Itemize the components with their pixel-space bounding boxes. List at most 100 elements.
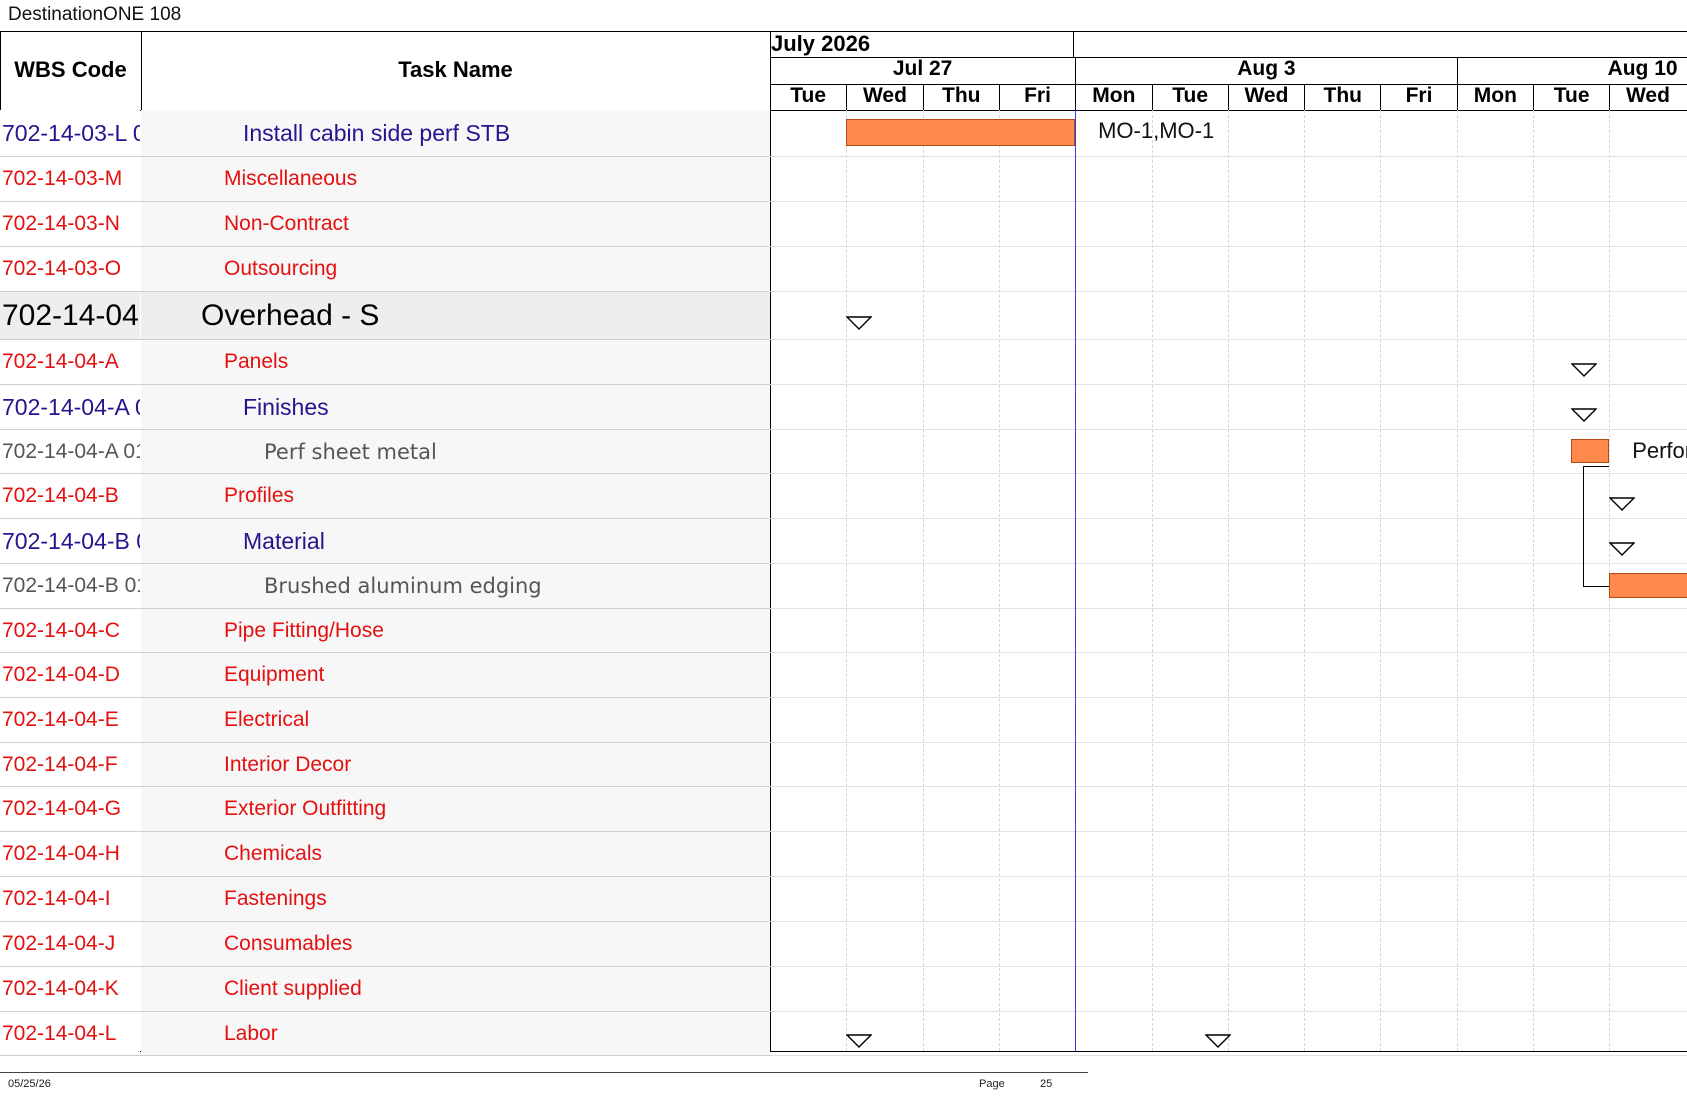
task-name-cell[interactable]: Consumables [141,922,770,966]
table-row[interactable]: 702-14-04-B 0 Material [0,519,770,564]
wbs-code: 702-14-04-D [2,663,120,686]
task-name: Electrical [224,708,310,731]
task-name-cell[interactable]: Material [141,519,770,563]
task-name: Chemicals [224,842,323,865]
task-name-cell[interactable]: Brushed aluminum edging [141,564,770,608]
task-name-cell[interactable]: Non-Contract [141,202,770,246]
status-date-line [1075,110,1077,1051]
wbs-code: 702-14-04-K [2,977,119,1000]
wbs-cell[interactable]: 702-14-04-F [0,743,140,786]
table-row[interactable]: 702-14-03-O Outsourcing [0,247,770,292]
wbs-cell[interactable]: 702-14-04-I [0,877,140,921]
table-row[interactable]: 702-14-04-H Chemicals [0,832,770,877]
table-row[interactable]: 702-14-04-G Exterior Outfitting [0,787,770,832]
wbs-code-header[interactable]: WBS Code [0,57,141,83]
table-row[interactable]: 702-14-04-L Labor [0,1012,770,1056]
wbs-code: 702-14-04-H [2,842,120,865]
table-row[interactable]: 702-14-04-A 01 Perf sheet metal [0,430,770,474]
task-name-cell[interactable]: Client supplied [141,967,770,1011]
day-header: Thu [1304,84,1380,110]
table-row[interactable]: 702-14-04-B 01 Brushed aluminum edging [0,564,770,609]
wbs-cell[interactable]: 702-14-03-L 0 [0,110,140,156]
task-bar[interactable] [1609,573,1687,598]
table-row[interactable]: 702-14-04-K Client supplied [0,967,770,1012]
table-row[interactable]: 702-14-04-A Panels [0,340,770,385]
wbs-cell[interactable]: 702-14-04-K [0,967,140,1011]
task-name-cell[interactable]: Miscellaneous [141,157,770,201]
task-bar[interactable] [846,119,1076,146]
wbs-cell[interactable]: 702-14-04-B 01 [0,564,140,608]
task-name-cell[interactable]: Labor [141,1012,770,1055]
week-header: Jul 27 [892,57,953,80]
task-name: Material [243,527,325,554]
task-name-cell[interactable]: Electrical [141,698,770,742]
table-row[interactable]: 702-14-04-B Profiles [0,474,770,519]
task-name-cell[interactable]: Overhead - S [141,292,770,339]
day-gridline [1380,110,1382,1051]
wbs-cell[interactable]: 702-14-04-B 0 [0,519,140,563]
wbs-code: 702-14-04-F [2,752,118,776]
wbs-cell[interactable]: 702-14-04-A 01 [0,430,140,473]
wbs-cell[interactable]: 702-14-04-B [0,474,140,518]
task-bar[interactable] [1571,439,1610,463]
wbs-code: 702-14-04-I [2,887,111,910]
day-header: Wed [1227,84,1304,110]
gantt-row-line [770,291,1687,292]
gantt-row-line [770,201,1687,202]
wbs-cell[interactable]: 702-14-03-M [0,157,140,201]
task-name: Non-Contract [224,212,349,235]
wbs-cell[interactable]: 702-14-03-N [0,202,140,246]
task-name-cell[interactable]: Perf sheet metal [141,430,770,473]
table-row[interactable]: 702-14-04-A 0 Finishes [0,385,770,430]
wbs-code: 702-14-04-B [2,484,119,507]
gantt-row-line [770,156,1687,157]
gantt-row-line [770,1011,1687,1012]
day-header: Tue [1151,84,1228,110]
task-name-cell[interactable]: Interior Decor [141,743,770,786]
task-name: Labor [224,1021,278,1045]
wbs-cell[interactable]: 702-14-04-A [0,340,140,384]
task-name-cell[interactable]: Equipment [141,653,770,697]
table-row[interactable]: 702-14-03-N Non-Contract [0,202,770,247]
task-name-cell[interactable]: Pipe Fitting/Hose [141,609,770,652]
table-row[interactable]: 702-14-03-L 0 Install cabin side perf STB [0,110,770,157]
wbs-cell[interactable]: 702-14-04-D [0,653,140,697]
day-gridline [1304,110,1306,1051]
wbs-cell[interactable]: 702-14-04-J [0,922,140,966]
wbs-code: 702-14-04-A 01 [2,439,140,463]
task-name: Profiles [224,484,295,507]
task-name-cell[interactable]: Chemicals [141,832,770,876]
table-row[interactable]: 702-14-04-C Pipe Fitting/Hose [0,609,770,653]
task-name-cell[interactable]: Finishes [141,385,770,429]
wbs-cell[interactable]: 702-14-04 [0,292,140,339]
task-name-cell[interactable]: Panels [141,340,770,384]
wbs-cell[interactable]: 702-14-04-G [0,787,140,831]
wbs-cell[interactable]: 702-14-04-A 0 [0,385,140,429]
wbs-cell[interactable]: 702-14-04-C [0,609,140,652]
task-name-cell[interactable]: Install cabin side perf STB [141,110,770,156]
day-gridline [1227,110,1229,1051]
task-name-cell[interactable]: Fastenings [141,877,770,921]
task-name-cell[interactable]: Exterior Outfitting [141,787,770,831]
task-name: Fastenings [224,887,327,910]
wbs-cell[interactable]: 702-14-04-L [0,1012,140,1055]
table-row[interactable]: 702-14-04-E Electrical [0,698,770,743]
summary-marker-icon [845,1034,873,1053]
table-row[interactable]: 702-14-04-I Fastenings [0,877,770,922]
table-row[interactable]: 702-14-04-D Equipment [0,653,770,698]
task-name: Finishes [243,393,329,420]
task-name: Exterior Outfitting [224,797,387,820]
table-row[interactable]: 702-14-04 Overhead - S [0,292,770,340]
day-gridline [922,110,924,1051]
task-name-header[interactable]: Task Name [141,57,770,83]
table-row[interactable]: 702-14-04-F Interior Decor [0,743,770,787]
gantt-row-line [770,1055,1687,1056]
wbs-cell[interactable]: 702-14-03-O [0,247,140,291]
table-row[interactable]: 702-14-04-J Consumables [0,922,770,967]
task-name-cell[interactable]: Profiles [141,474,770,518]
wbs-cell[interactable]: 702-14-04-E [0,698,140,742]
dependency-connector [1582,466,1610,587]
table-row[interactable]: 702-14-03-M Miscellaneous [0,157,770,202]
task-name-cell[interactable]: Outsourcing [141,247,770,291]
wbs-cell[interactable]: 702-14-04-H [0,832,140,876]
